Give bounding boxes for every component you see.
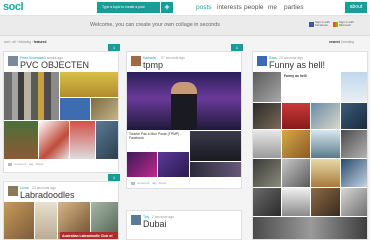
post-card[interactable]: Rass 23 seconds ago Funny as hell! Funny… <box>252 51 368 240</box>
collage-image[interactable] <box>341 72 367 102</box>
post-time: 27 seconds ago <box>161 56 185 60</box>
post-card[interactable]: Peter Schneider 3 weeks ago PVC OBJECTEN… <box>3 51 119 173</box>
sort-trending[interactable]: trending <box>342 40 354 44</box>
crumb-all[interactable]: all <box>13 40 16 44</box>
avatar[interactable] <box>131 56 141 66</box>
link-preview-title: Funny as hell! <box>284 74 307 78</box>
collage-image[interactable] <box>35 202 57 239</box>
top-bar: socl Type a topic to create a post + pos… <box>0 0 370 16</box>
collage-image[interactable] <box>341 130 367 158</box>
link-preview[interactable]: Australian Labradoodle Club of <box>60 232 118 239</box>
post-card[interactable]: Tidy 2 seconds ago Dubai <box>126 210 242 240</box>
collage-image[interactable] <box>341 159 367 187</box>
avatar[interactable] <box>131 215 141 225</box>
link-preview[interactable]: Funny as hell! <box>282 72 340 102</box>
collage-image[interactable] <box>127 72 241 130</box>
collage-image[interactable] <box>190 162 241 177</box>
create-post-input[interactable]: Type a topic to create a post <box>97 2 160 13</box>
collage-image[interactable] <box>253 103 281 129</box>
nav-interests[interactable]: interests <box>217 4 242 11</box>
nav-people[interactable]: people <box>244 4 264 11</box>
presenter-figure <box>171 82 197 130</box>
collage-image[interactable] <box>282 159 310 187</box>
welcome-message: Welcome, you can create your own collage… <box>90 22 220 28</box>
collage-image[interactable] <box>253 159 281 187</box>
link-preview-title: Touche Pas à Mon Poste (TPMP) - Facebook <box>129 132 182 140</box>
facebook-icon <box>309 21 314 27</box>
about-button[interactable]: about <box>345 2 367 13</box>
post-card[interactable]: Katharia 27 seconds ago tpmp Touche Pas … <box>126 51 242 189</box>
collage-image[interactable] <box>70 121 95 159</box>
nav-parties[interactable]: parties <box>284 4 304 11</box>
comment-link[interactable]: comment <box>14 162 26 166</box>
collage-image[interactable] <box>60 72 118 97</box>
score-badge[interactable]: 1 <box>231 44 243 51</box>
collage-image[interactable] <box>4 202 34 239</box>
collage-image[interactable] <box>253 72 281 102</box>
collage-image[interactable] <box>4 72 59 120</box>
avatar[interactable] <box>8 186 18 196</box>
post-actions: comment · tag · share <box>8 162 43 166</box>
collage-image[interactable] <box>311 159 340 187</box>
crumb-socl[interactable]: socl <box>4 40 10 44</box>
collage-image[interactable] <box>282 130 310 158</box>
collage-image[interactable] <box>253 188 281 216</box>
avatar[interactable] <box>8 56 18 66</box>
sort-newest[interactable]: newest <box>329 40 340 44</box>
post-title[interactable]: Labradoodles <box>20 190 75 200</box>
collage-image[interactable] <box>127 152 157 177</box>
nav-posts[interactable]: posts <box>196 4 212 11</box>
nav-me[interactable]: me <box>268 4 277 11</box>
add-post-button[interactable]: + <box>161 2 173 13</box>
post-actions: comment · tag · share <box>131 181 166 185</box>
socl-logo[interactable]: socl <box>3 1 24 13</box>
collage-image[interactable] <box>341 103 367 129</box>
share-link[interactable]: share <box>159 181 167 185</box>
collage-image[interactable] <box>282 103 310 129</box>
post-title[interactable]: Funny as hell! <box>269 60 325 70</box>
collage-image[interactable] <box>341 188 367 216</box>
tag-link[interactable]: tag <box>29 162 33 166</box>
comment-icon[interactable] <box>8 162 12 166</box>
facebook-signin-button[interactable]: Sign in with Facebook <box>309 20 332 28</box>
collage-image[interactable] <box>282 188 310 216</box>
breadcrumb: socl › all › following › featured <box>4 40 47 44</box>
collage-image[interactable] <box>96 121 118 159</box>
collage-image[interactable] <box>311 103 340 129</box>
link-preview[interactable]: Touche Pas à Mon Poste (TPMP) - Facebook <box>127 131 189 151</box>
avatar[interactable] <box>257 56 267 66</box>
collage-image[interactable] <box>253 130 281 158</box>
collage-image[interactable] <box>253 217 367 239</box>
score-badge[interactable]: 1 <box>108 174 120 181</box>
post-card[interactable]: Lorna 23 seconds ago Labradoodles Austra… <box>3 181 119 240</box>
post-title[interactable]: Dubai <box>143 219 167 229</box>
collage-image[interactable] <box>60 98 90 120</box>
post-title[interactable]: tpmp <box>143 60 163 70</box>
score-badge[interactable]: 1 <box>108 44 120 51</box>
share-link[interactable]: share <box>36 162 44 166</box>
link-preview-title: Australian Labradoodle Club of <box>62 234 113 238</box>
comment-icon[interactable] <box>131 181 135 185</box>
crumb-featured[interactable]: featured <box>34 40 47 44</box>
collage-image[interactable] <box>91 98 118 120</box>
crumb-following[interactable]: following <box>19 40 31 44</box>
collage-image[interactable] <box>311 188 340 216</box>
collage-image[interactable] <box>158 152 189 177</box>
collage-image[interactable] <box>4 121 38 159</box>
collage-image[interactable] <box>311 130 340 158</box>
post-title[interactable]: PVC OBJECTEN <box>20 60 89 70</box>
sort-toggle: newest | trending <box>329 40 354 44</box>
tag-link[interactable]: tag <box>152 181 156 185</box>
collage-image[interactable] <box>39 121 69 159</box>
comment-link[interactable]: comment <box>137 181 149 185</box>
welcome-bar: Welcome, you can create your own collage… <box>0 16 370 36</box>
microsoft-signin-button[interactable]: Sign in with Microsoft <box>333 20 356 28</box>
collage-image[interactable] <box>190 131 241 161</box>
microsoft-icon <box>333 21 338 27</box>
